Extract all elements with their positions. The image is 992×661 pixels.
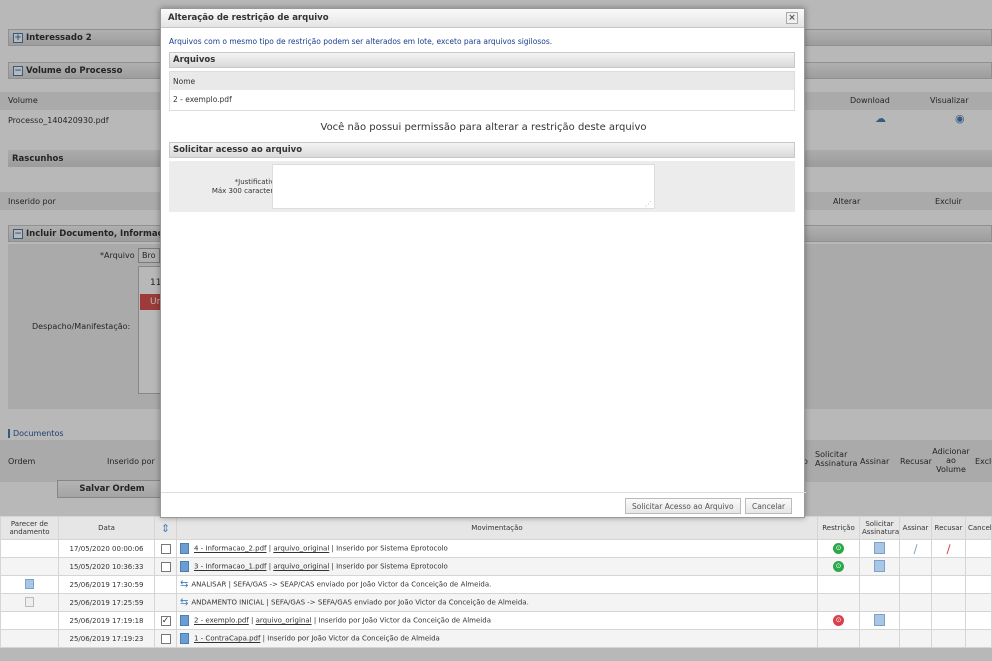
solicitar-header: Solicitar acesso ao arquivo	[169, 142, 795, 158]
nome-col: Nome	[170, 72, 794, 90]
arquivos-header: Arquivos	[169, 52, 795, 68]
unlock-icon[interactable]: ⊙	[833, 561, 844, 572]
row-desc: | Inserido por Sistema Eprotocolo	[331, 562, 448, 571]
close-icon[interactable]: ×	[786, 12, 798, 24]
dialog-footer-divider	[161, 492, 806, 493]
row-date: 25/06/2019 17:25:59	[58, 593, 155, 612]
table-row: 25/06/2019 17:19:18 ✓ 2 - exemplo.pdf | …	[0, 611, 992, 630]
row-checkbox[interactable]	[160, 543, 171, 554]
movimentos-header: Parecer de andamento Data ⇕ Movimentação…	[0, 516, 992, 540]
original-link[interactable]: arquivo_original	[256, 617, 312, 625]
resize-handle-icon[interactable]: ⋰	[645, 200, 652, 208]
refuse-pen-icon[interactable]: ∕	[946, 542, 950, 556]
dialog-title: Alteração de restrição de arquivo	[168, 13, 329, 23]
row-desc: | Inserido por João Victor da Conceição …	[262, 634, 440, 643]
document-icon	[180, 543, 189, 554]
movimentos-table: Parecer de andamento Data ⇕ Movimentação…	[0, 516, 992, 648]
restriction-dialog: Alteração de restrição de arquivo × Arqu…	[160, 8, 806, 518]
movimentacao-col: Movimentação	[176, 516, 818, 540]
dialog-info: Arquivos com o mesmo tipo de restrição p…	[169, 37, 553, 46]
row-date: 15/05/2020 10:36:33	[58, 557, 155, 576]
table-row: 25/06/2019 17:30:59 ⇆ ANALISAR | SEFA/GAS…	[0, 575, 992, 594]
cancelar-col: Cancel	[965, 516, 992, 540]
arquivos-table: Nome 2 - exemplo.pdf	[169, 71, 795, 111]
row-desc: ANDAMENTO INICIAL | SEFA/GAS -> SEFA/GAS…	[191, 598, 529, 607]
row-date: 17/05/2020 00:00:06	[58, 539, 155, 558]
solicitar-acesso-button[interactable]: Solicitar Acesso ao Arquivo	[625, 498, 741, 514]
table-row: 25/06/2019 17:19:23 1 - ContraCapa.pdf |…	[0, 629, 992, 648]
file-link[interactable]: 2 - exemplo.pdf	[194, 617, 249, 625]
row-desc: | Inserido por João Victor da Conceição …	[313, 616, 491, 625]
data-col: Data	[58, 516, 155, 540]
sign-request-icon[interactable]	[874, 613, 885, 626]
sign-request-icon[interactable]	[874, 559, 885, 572]
dialog-titlebar[interactable]: Alteração de restrição de arquivo ×	[161, 9, 804, 28]
parecer-icon[interactable]	[25, 578, 34, 589]
transfer-icon: ⇆	[180, 597, 189, 608]
restricao-col: Restrição	[817, 516, 860, 540]
justificativa-label: *Justificativa:	[234, 178, 281, 186]
file-link[interactable]: 1 - ContraCapa.pdf	[194, 635, 260, 643]
parecer-empty-icon[interactable]	[25, 596, 34, 607]
max-chars-label: Máx 300 caracteres	[211, 187, 281, 195]
document-icon	[180, 561, 189, 572]
justificativa-textarea[interactable]: ⋰	[272, 164, 655, 209]
sort-icon[interactable]: ⇕	[154, 516, 177, 540]
solicitar-col: Solicitar Assinatura	[859, 516, 900, 540]
table-row: 25/06/2019 17:25:59 ⇆ ANDAMENTO INICIAL |…	[0, 593, 992, 612]
assinar-col-2: Assinar	[899, 516, 932, 540]
arquivo-row[interactable]: 2 - exemplo.pdf	[170, 90, 794, 110]
unlock-icon[interactable]: ⊙	[833, 543, 844, 554]
row-checkbox[interactable]	[160, 561, 171, 572]
table-row: 17/05/2020 00:00:06 4 - Informacao_2.pdf…	[0, 539, 992, 558]
original-link[interactable]: arquivo_original	[273, 545, 329, 553]
row-checkbox[interactable]: ✓	[160, 615, 171, 626]
solicitar-title: Solicitar acesso ao arquivo	[173, 145, 303, 155]
recusar-col-2: Recusar	[931, 516, 966, 540]
document-icon	[180, 633, 189, 644]
arquivos-title: Arquivos	[173, 55, 216, 65]
row-date: 25/06/2019 17:30:59	[58, 575, 155, 594]
document-icon	[180, 615, 189, 626]
file-link[interactable]: 4 - Informacao_2.pdf	[194, 545, 267, 553]
row-checkbox[interactable]	[160, 633, 171, 644]
table-row: 15/05/2020 10:36:33 3 - Informacao_1.pdf…	[0, 557, 992, 576]
row-date: 25/06/2019 17:19:18	[58, 611, 155, 630]
sign-request-icon[interactable]	[874, 541, 885, 554]
transfer-icon: ⇆	[180, 579, 189, 590]
pen-icon[interactable]: ∕	[913, 542, 917, 556]
file-link[interactable]: 3 - Informacao_1.pdf	[194, 563, 267, 571]
cancelar-button[interactable]: Cancelar	[745, 498, 793, 514]
row-desc: | Inserido por Sistema Eprotocolo	[331, 544, 448, 553]
parecer-col: Parecer de andamento	[0, 516, 59, 540]
original-link[interactable]: arquivo_original	[273, 563, 329, 571]
row-date: 25/06/2019 17:19:23	[58, 629, 155, 648]
no-permission-message: Você não possui permissão para alterar a…	[320, 122, 647, 133]
row-desc: ANALISAR | SEFA/GAS -> SEAP/CAS enviado …	[191, 580, 492, 589]
lock-icon[interactable]: ⊙	[833, 615, 844, 626]
